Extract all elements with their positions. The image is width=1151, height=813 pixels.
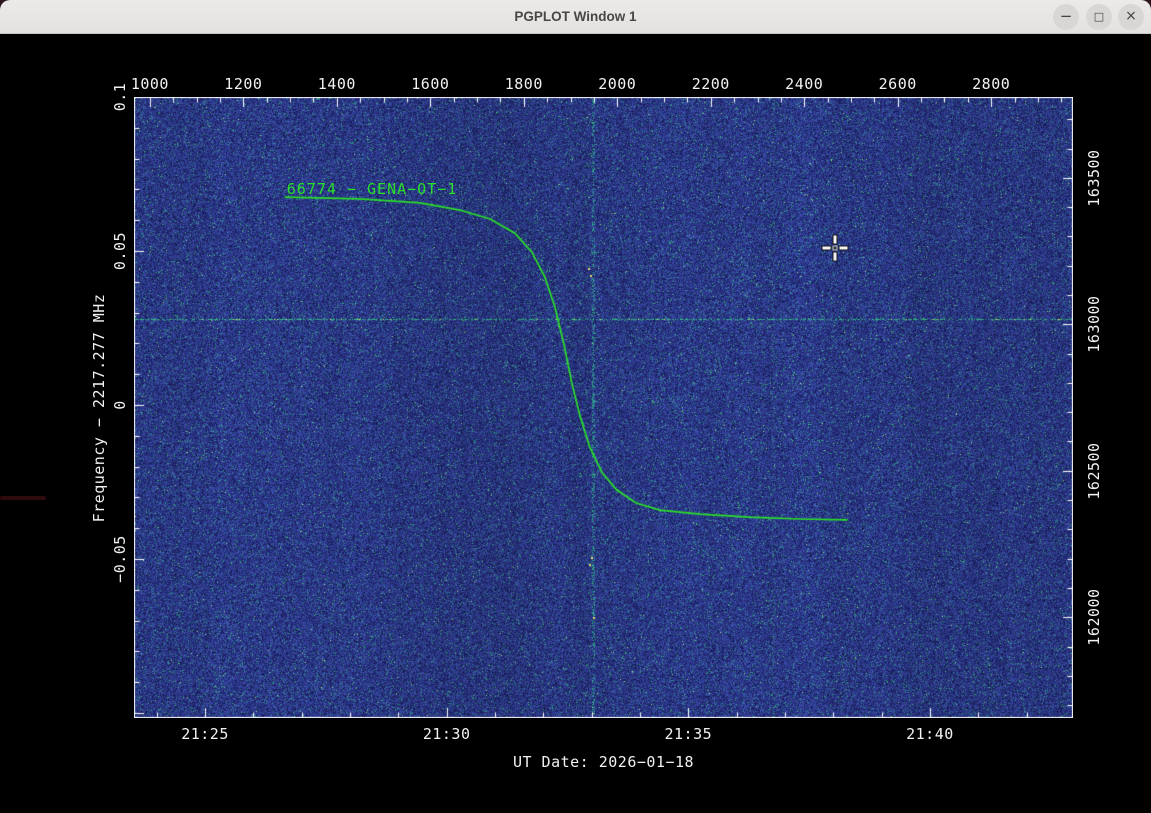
crosshair-cursor-icon (820, 233, 850, 263)
right-axis-tick-label: 162000 (1085, 589, 1103, 646)
right-axis-tick-label: 162500 (1085, 442, 1103, 499)
top-axis-tick-label: 1400 (318, 75, 356, 93)
left-edge-artifact (0, 496, 46, 500)
top-axis-tick-label: 1800 (505, 75, 543, 93)
close-icon: × (1125, 8, 1137, 24)
top-axis-tick-label: 1600 (411, 75, 449, 93)
left-axis-tick-label: 0 (111, 400, 129, 410)
top-axis-tick-label: 1000 (131, 75, 169, 93)
minimize-icon: − (1060, 7, 1073, 25)
maximize-icon: □ (1094, 10, 1104, 23)
maximize-button[interactable]: □ (1086, 4, 1112, 30)
close-button[interactable]: × (1118, 4, 1144, 30)
left-axis-tick-label: −0.05 (111, 535, 129, 583)
bottom-axis-tick-label: 21:25 (181, 725, 229, 743)
top-axis-tick-label: 2800 (972, 75, 1010, 93)
ut-date-label: UT Date: 2026−01−18 (513, 753, 694, 771)
window-title: PGPLOT Window 1 (0, 0, 1151, 33)
titlebar[interactable]: PGPLOT Window 1 − □ × (0, 0, 1151, 34)
minimize-button[interactable]: − (1053, 4, 1079, 30)
left-axis-title: Frequency − 2217.277 MHz (90, 293, 108, 522)
bottom-axis-tick-label: 21:30 (423, 725, 471, 743)
top-axis-tick-label: 2000 (598, 75, 636, 93)
top-axis-tick-label: 1200 (224, 75, 262, 93)
pgplot-window: PGPLOT Window 1 − □ × 66774 − GENA−OT−1 … (0, 0, 1151, 813)
right-axis-tick-label: 163000 (1085, 296, 1103, 353)
top-axis-tick-label: 2400 (785, 75, 823, 93)
top-axis-tick-label: 2600 (879, 75, 917, 93)
plot-canvas-area: 66774 − GENA−OT−1 Frequency − 2217.277 M… (0, 34, 1151, 813)
left-axis-tick-label: 0.05 (111, 232, 129, 270)
left-axis-tick-label: 0.1 (111, 83, 129, 112)
spectrogram-canvas[interactable] (134, 97, 1073, 718)
bottom-axis-tick-label: 21:35 (664, 725, 712, 743)
bottom-axis-tick-label: 21:40 (906, 725, 954, 743)
right-axis-tick-label: 163500 (1085, 149, 1103, 206)
top-axis-tick-label: 2200 (692, 75, 730, 93)
